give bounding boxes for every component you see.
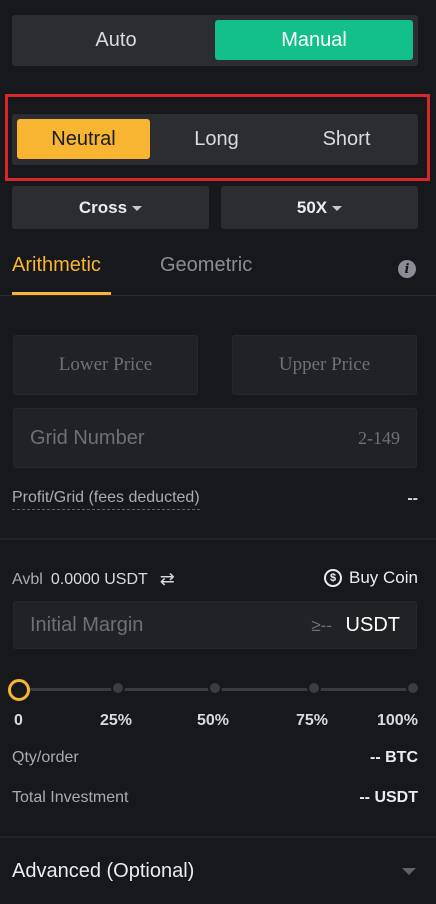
leverage-select[interactable]: 50X	[221, 186, 418, 229]
direction-long-button[interactable]: Long	[150, 119, 283, 159]
slider-node-75[interactable]	[307, 681, 321, 695]
qty-per-order-label: Qty/order	[12, 749, 79, 766]
buy-coin-button[interactable]: $ Buy Coin	[324, 568, 418, 588]
dollar-coin-icon: $	[324, 569, 343, 587]
slider-node-100[interactable]	[406, 681, 420, 695]
initial-margin-input[interactable]: Initial Margin ≥-- USDT	[13, 601, 417, 649]
grid-number-input[interactable]: Grid Number 2-149	[13, 408, 417, 468]
total-investment-label: Total Investment	[12, 789, 129, 806]
divider	[0, 538, 436, 540]
mode-manual-button[interactable]: Manual	[215, 20, 413, 60]
mode-toggle: Auto Manual	[12, 15, 418, 66]
slider-node-25[interactable]	[111, 681, 125, 695]
divider	[0, 836, 436, 838]
qty-per-order-value: -- BTC	[370, 749, 418, 766]
grid-number-range: 2-149	[358, 427, 400, 448]
chevron-down-icon[interactable]	[402, 868, 416, 875]
direction-short-button[interactable]: Short	[280, 119, 413, 159]
initial-margin-min: ≥--	[311, 616, 332, 635]
available-label: Avbl	[12, 570, 43, 588]
grid-number-placeholder: Grid Number	[30, 426, 145, 449]
transfer-icon[interactable]: ⇄	[160, 569, 175, 590]
divider	[0, 295, 436, 296]
mode-auto-button[interactable]: Auto	[17, 20, 215, 60]
slider-tick-label: 50%	[197, 712, 230, 729]
slider-handle[interactable]	[8, 679, 30, 701]
initial-margin-placeholder: Initial Margin	[30, 613, 144, 636]
slider-tick-label: 100%	[377, 712, 418, 729]
upper-price-input[interactable]: Upper Price	[232, 335, 417, 395]
tab-arithmetic[interactable]: Arithmetic	[12, 254, 101, 277]
slider-node-50[interactable]	[208, 681, 222, 695]
advanced-options-toggle[interactable]: Advanced (Optional)	[12, 860, 194, 883]
lower-price-input[interactable]: Lower Price	[13, 335, 198, 395]
slider-tick-label: 75%	[296, 712, 329, 729]
slider-tick-label: 25%	[100, 712, 133, 729]
margin-mode-select[interactable]: Cross	[12, 186, 209, 229]
chevron-down-icon	[332, 206, 343, 211]
total-investment-value: -- USDT	[359, 789, 418, 806]
upper-price-placeholder: Upper Price	[278, 354, 371, 375]
buy-coin-label: Buy Coin	[349, 568, 418, 587]
leverage-label: 50X	[296, 197, 328, 217]
slider-tick-label: 0	[14, 712, 23, 729]
direction-neutral-button[interactable]: Neutral	[17, 119, 150, 159]
profit-per-grid-label[interactable]: Profit/Grid (fees deducted)	[12, 489, 200, 510]
initial-margin-unit: USDT	[345, 614, 400, 636]
lower-price-placeholder: Lower Price	[58, 354, 153, 375]
available-balance: Avbl 0.0000 USDT ⇄	[12, 569, 175, 590]
chevron-down-icon	[132, 206, 143, 211]
margin-mode-label: Cross	[78, 197, 128, 217]
profit-per-grid-value: --	[407, 490, 418, 507]
info-icon[interactable]: i	[398, 260, 416, 278]
available-value: 0.0000 USDT	[50, 570, 148, 588]
tab-geometric[interactable]: Geometric	[160, 254, 252, 277]
direction-selector: Neutral Long Short	[12, 114, 418, 165]
